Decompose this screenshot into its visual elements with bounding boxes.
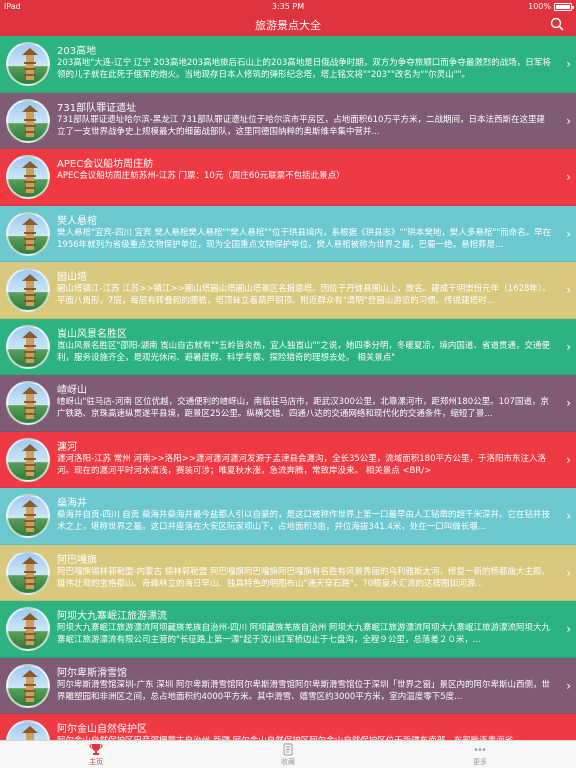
tab-home[interactable]: 主页 — [0, 741, 192, 768]
spot-description: 圌山塔镇江-江苏 江苏>>镇江>>圌山塔圌山塔圌山塔景区名报恩塔。因位于丹徒县圌… — [57, 284, 551, 306]
pagoda-image — [22, 330, 38, 363]
spot-thumbnail — [6, 324, 50, 369]
search-icon[interactable] — [550, 17, 564, 31]
spot-description: 203高地"大连-辽宁 辽宁 203高地203高地旅后石山上的203高地是日俄战… — [57, 58, 551, 80]
spot-thumbnail — [6, 42, 50, 86]
tab-more[interactable]: 更多 — [384, 741, 576, 768]
spot-description: 瀍河洛阳-江苏 常州 河南>>洛阳>>瀍河瀍河瀍河发源于孟津县会瀍沟，全长35公… — [57, 453, 547, 476]
spot-name: 圌山塔 — [57, 272, 87, 283]
tab-bar: 主页 收藏 更多 — [0, 740, 576, 768]
spot-name: 嵖岈山 — [57, 385, 87, 396]
chevron-right-icon: › — [566, 339, 571, 354]
pagoda-image — [22, 500, 38, 532]
spot-thumbnail — [6, 550, 50, 595]
spot-name: 崀山风景名胜区 — [57, 328, 127, 340]
scenic-spot-list[interactable]: 203高地 203高地"大连-辽宁 辽宁 203高地203高地旅后石山上的203高… — [0, 36, 576, 740]
spot-description: 燊海井自贡-四川 自贡 燊海井燊海井最今盐都人引以自豪的，是这口被称作世界上第一… — [57, 510, 550, 532]
tab-favorites[interactable]: 收藏 — [192, 741, 384, 768]
spot-thumbnail — [6, 155, 50, 199]
chevron-right-icon: › — [566, 452, 571, 467]
spot-description: 阿坝大九寨岷江旅游漂流阿坝藏族羌族自治州-四川 阿坝藏族羌族自治州 阿坝大九寨岷… — [57, 623, 550, 645]
list-item[interactable]: 瀍河 瀍河洛阳-江苏 常州 河南>>洛阳>>瀍河瀍河瀍河发源于孟津县会瀍沟，全长3… — [0, 431, 576, 488]
list-item[interactable]: 阿尔金山自然保护区阿尔金山自然保护区巴音郭楞蒙古自治州-新疆 阿尔金山自然保护区… — [0, 714, 576, 740]
pagoda-image — [22, 217, 38, 250]
more-icon — [474, 748, 486, 751]
list-item[interactable]: APEC会议船坊周庄舫 APEC会议船坊周庄舫苏州-江苏 门票：10元（周庄60元… — [0, 149, 576, 206]
page-title: 旅游景点大全 — [255, 19, 321, 32]
spot-description: 嵖岈山"驻马店-河南 区位优越，交通便利的嵖岈山，南临驻马店市，距武汉300公里… — [57, 397, 549, 419]
status-bar: iPad 3:35 PM 100% — [0, 0, 576, 14]
spot-description: 阿尔卑斯滑雪馆深圳-广东 深圳 阿尔卑斯滑雪馆阿尔卑斯滑雪馆阿尔卑斯滑雪馆位于深… — [57, 679, 550, 702]
spot-thumbnail — [6, 268, 50, 312]
spot-thumbnail — [6, 211, 50, 256]
list-item[interactable]: 圌山塔 圌山塔镇江-江苏 江苏>>镇江>>圌山塔圌山塔圌山塔景区名报恩塔。因位于丹… — [0, 262, 576, 319]
spot-description: 崀山风景名胜区"邵阳-湖南 崀山自古就有""五岭皆炎热，宜人独崀山""之说，她四… — [57, 340, 550, 363]
list-item[interactable]: 崀山风景名胜区 崀山风景名胜区"邵阳-湖南 崀山自古就有""五岭皆炎热，宜人独崀山… — [0, 318, 576, 375]
tab-more-label: 更多 — [473, 758, 487, 766]
spot-name: 731部队罪证遗址 — [57, 102, 137, 114]
spot-description: APEC会议船坊周庄舫苏州-江苏 门票：10元（周庄60元联票不包括此景点） — [57, 171, 345, 181]
spot-thumbnail — [6, 494, 50, 538]
list-item[interactable]: 阿巴嘎旗 阿巴嘎旗锡林郭勒盟-内蒙古 锡林郭勒盟 阿巴嘎旗阿巴嘎旗阿巴嘎旗有名胜有… — [0, 544, 576, 601]
pagoda-image — [22, 274, 38, 306]
spot-name: 阿尔金山自然保护区 — [57, 724, 147, 735]
chevron-right-icon: › — [566, 396, 571, 410]
status-time: 3:35 PM — [271, 2, 305, 11]
chevron-right-icon: › — [566, 565, 571, 580]
spot-description: 樊人悬棺"宜宾-四川 宜宾 樊人悬棺樊人悬棺""樊人悬棺""位于珙县境内，系根据… — [57, 227, 552, 250]
spot-name: 瀍河 — [57, 441, 77, 453]
chevron-right-icon: › — [566, 57, 571, 71]
trophy-icon — [89, 744, 103, 755]
chevron-right-icon: › — [566, 170, 571, 184]
pagoda-image — [22, 161, 38, 193]
battery-percent: 100% — [528, 2, 551, 11]
spot-thumbnail — [6, 437, 50, 482]
tab-favorites-label: 收藏 — [281, 758, 295, 766]
list-item[interactable]: 731部队罪证遗址 731部队罪证遗址哈尔滨-黑龙江 731部队罪证遗址位于哈尔滨… — [0, 92, 576, 149]
list-item[interactable]: 嵖岈山 嵖岈山"驻马店-河南 区位优越，交通便利的嵖岈山，南临驻马店市，距武汉30… — [0, 375, 576, 432]
chevron-right-icon: › — [566, 283, 571, 297]
pagoda-image — [22, 556, 38, 589]
list-item[interactable]: 阿尔卑斯滑雪馆 阿尔卑斯滑雪馆深圳-广东 深圳 阿尔卑斯滑雪馆阿尔卑斯滑雪馆阿尔卑… — [0, 657, 576, 714]
spot-thumbnail — [6, 663, 50, 708]
spot-thumbnail — [6, 720, 50, 740]
spot-thumbnail — [6, 381, 50, 425]
pagoda-image — [22, 443, 38, 476]
pagoda-image — [22, 48, 38, 80]
pagoda-image — [22, 726, 38, 740]
spot-name: 阿坝大九寨岷江旅游漂流 — [57, 611, 167, 622]
chevron-right-icon: › — [566, 509, 571, 523]
spot-name: 203高地 — [57, 46, 97, 57]
status-right: 100% — [528, 2, 574, 11]
pagoda-image — [22, 669, 38, 702]
spot-name: 燊海井 — [57, 498, 87, 509]
spot-description: 731部队罪证遗址哈尔滨-黑龙江 731部队罪证遗址位于哈尔滨市平房区，占地面积… — [57, 114, 545, 137]
list-item[interactable]: 樊人悬棺 樊人悬棺"宜宾-四川 宜宾 樊人悬棺樊人悬棺""樊人悬棺""位于珙县境内… — [0, 205, 576, 262]
battery-icon — [554, 2, 574, 11]
spot-name: 阿尔卑斯滑雪馆 — [57, 667, 127, 679]
chevron-right-icon: › — [566, 113, 571, 128]
chevron-right-icon: › — [566, 622, 571, 636]
pagoda-image — [22, 613, 38, 645]
list-item[interactable]: 203高地 203高地"大连-辽宁 辽宁 203高地203高地旅后石山上的203高… — [0, 36, 576, 93]
spot-thumbnail — [6, 607, 50, 651]
battery-level — [556, 4, 570, 9]
spot-thumbnail — [6, 98, 50, 143]
list-item[interactable]: 阿坝大九寨岷江旅游漂流 阿坝大九寨岷江旅游漂流阿坝藏族羌族自治州-四川 阿坝藏族羌… — [0, 601, 576, 658]
list-item[interactable]: 燊海井 燊海井自贡-四川 自贡 燊海井燊海井最今盐都人引以自豪的，是这口被称作世界… — [0, 488, 576, 545]
pagoda-image — [22, 387, 38, 419]
bookmark-icon — [283, 743, 293, 756]
pagoda-image — [22, 104, 38, 137]
chevron-right-icon: › — [566, 226, 571, 241]
spot-name: 樊人悬棺 — [57, 215, 97, 227]
tab-home-label: 主页 — [89, 758, 103, 766]
chevron-right-icon: › — [566, 678, 571, 693]
nav-bar: 旅游景点大全 — [0, 14, 576, 36]
spot-name: 阿巴嘎旗 — [57, 554, 97, 566]
spot-description: 阿巴嘎旗锡林郭勒盟-内蒙古 锡林郭勒盟 阿巴嘎旗阿巴嘎旗阿巴嘎旗有名胜有风景秀丽… — [57, 566, 550, 589]
spot-name: APEC会议船坊周庄舫 — [57, 159, 154, 170]
